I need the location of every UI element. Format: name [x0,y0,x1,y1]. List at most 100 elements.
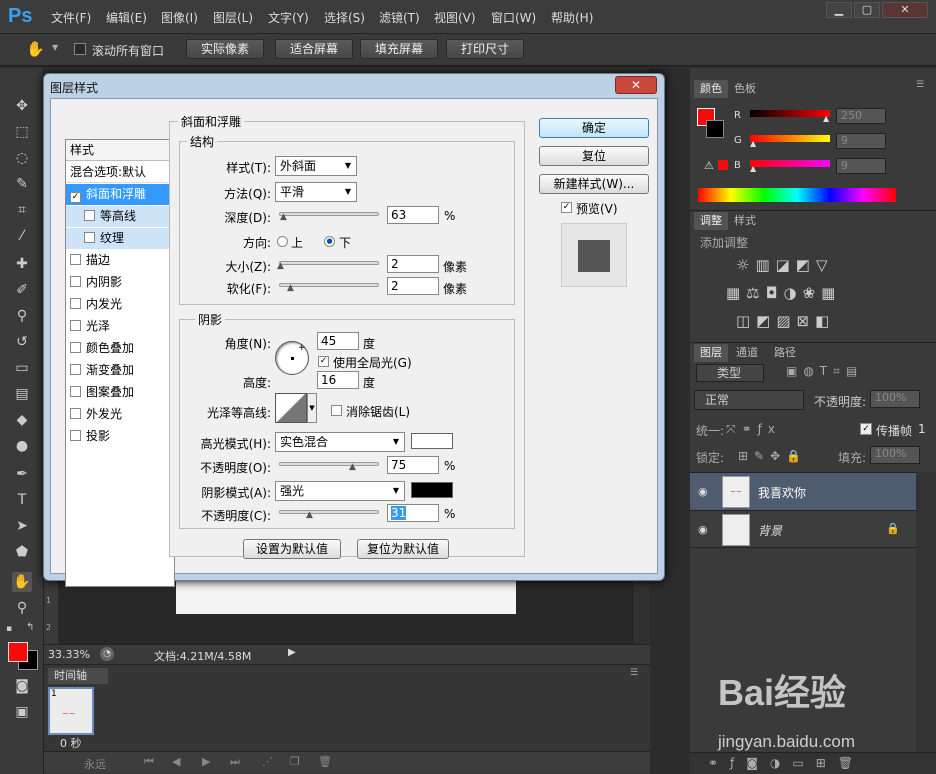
global-light-checkbox[interactable]: ✓ [318,356,329,367]
crop-tool-icon[interactable]: ⌗ [12,200,32,220]
tab-color[interactable]: 颜色 [694,80,728,98]
dodge-tool-icon[interactable]: ● [12,436,32,456]
angle-dial-handle[interactable]: + [298,343,306,353]
layer-filter-icons[interactable]: ▣◍T⌗▤ [786,364,863,379]
ok-button[interactable]: 确定 [539,118,649,138]
tab-layers[interactable]: 图层 [694,344,728,362]
layer-footer-icons[interactable]: ⚭ƒ◙◑▭⊞🗑 [690,752,936,774]
style-item-drop-shadow[interactable]: 投影 [66,426,174,447]
menu-file[interactable]: 文件(F) [51,9,91,26]
g-value[interactable]: 9 [836,133,886,149]
tab-channels[interactable]: 通道 [730,344,764,362]
shadow-opacity-field[interactable]: 31 [387,504,439,522]
shadow-opacity-thumb[interactable]: ▲ [306,511,315,520]
reset-default-button[interactable]: 复位为默认值 [357,539,449,559]
menu-help[interactable]: 帮助(H) [551,9,593,26]
direction-up-radio[interactable] [277,236,288,247]
gamut-color-swatch[interactable] [718,160,728,170]
bevel-style-select[interactable]: 外斜面 ▼ [275,156,357,176]
first-frame-icon[interactable]: ⏮ [144,755,154,769]
shadow-opacity-slider[interactable] [279,510,379,514]
close-window-button[interactable]: ✕ [882,2,928,18]
soften-field[interactable]: 2 [387,277,439,295]
print-size-button[interactable]: 打印尺寸 [446,39,524,59]
fill-screen-button[interactable]: 填充屏幕 [360,39,438,59]
animation-frame[interactable]: 1 ~~ [48,687,94,735]
history-brush-tool-icon[interactable]: ↺ [12,332,32,352]
bg-color-swatch[interactable] [706,120,724,138]
style-item-inner-glow[interactable]: 内发光 [66,294,174,315]
highlight-mode-select[interactable]: 实色混合 ▼ [275,432,405,452]
type-tool-icon[interactable]: T [12,490,32,510]
screen-mode-icon[interactable]: ▣ [12,702,32,722]
style-item-outer-glow[interactable]: 外发光 [66,404,174,425]
drop-shadow-checkbox[interactable] [70,430,81,441]
layer-filter-select[interactable]: 类型 [696,364,764,382]
stamp-tool-icon[interactable]: ⚲ [12,306,32,326]
delete-frame-icon[interactable]: 🗑 [318,755,332,768]
technique-select[interactable]: 平滑 ▼ [275,182,357,202]
next-frame-icon[interactable]: ⏭ [230,755,240,769]
menu-select[interactable]: 选择(S) [324,9,365,26]
highlight-opacity-slider[interactable] [279,462,379,466]
dialog-close-button[interactable]: ✕ [615,76,657,94]
blend-options-item[interactable]: 混合选项:默认 [66,162,174,183]
healing-tool-icon[interactable]: ✚ [12,254,32,274]
blend-mode-select[interactable]: 正常 [694,390,804,410]
default-colors-icon[interactable]: ▪ [6,624,12,634]
style-item-bevel[interactable]: ✓ 斜面和浮雕 [66,184,174,205]
tool-preset-chevron-icon[interactable]: ▼ [52,43,58,52]
layers-scrollbar[interactable] [916,472,936,752]
b-slider[interactable] [750,160,830,167]
lasso-tool-icon[interactable]: ◌ [12,148,32,168]
actual-pixels-button[interactable]: 实际像素 [186,39,264,59]
eraser-tool-icon[interactable]: ▭ [12,358,32,378]
angle-field[interactable]: 45 [317,332,359,350]
make-default-button[interactable]: 设置为默认值 [243,539,341,559]
size-slider[interactable] [279,261,379,265]
outer-glow-checkbox[interactable] [70,408,81,419]
tween-icon[interactable]: ⋰ [262,755,273,768]
foreground-color-swatch[interactable] [8,642,28,662]
gradient-tool-icon[interactable]: ▤ [12,384,32,404]
highlight-opacity-thumb[interactable]: ▲ [349,463,358,472]
tab-adjustments[interactable]: 调整 [694,212,728,230]
quick-mask-icon[interactable]: ◙ [12,676,32,696]
size-slider-thumb[interactable]: ▲ [277,262,286,271]
style-item-inner-shadow[interactable]: 内阴影 [66,272,174,293]
loop-select[interactable]: 永远 [84,756,106,772]
minimize-button[interactable]: ▁ [826,2,852,18]
lock-icons[interactable]: ⊞✎✥🔒 [738,449,807,463]
adjust-icons-row-2[interactable]: ▦⚖◘◑❀▦ [726,284,841,302]
menu-edit[interactable]: 编辑(E) [106,9,147,26]
move-tool-icon[interactable]: ✥ [12,96,32,116]
frame-delay[interactable]: 0 秒 [60,735,82,751]
bevel-checkbox[interactable]: ✓ [70,192,81,203]
blur-tool-icon[interactable]: ◆ [12,410,32,430]
swap-colors-icon[interactable]: ↰ [26,622,34,633]
satin-checkbox[interactable] [70,320,81,331]
depth-slider-thumb[interactable]: ▲ [280,213,289,222]
chevron-down-icon[interactable]: ▼ [307,393,317,423]
play-icon[interactable]: ▶ [202,755,210,768]
style-item-satin[interactable]: 光泽 [66,316,174,337]
b-slider-thumb[interactable]: ▲ [750,164,756,173]
r-value[interactable]: 250 [836,108,886,124]
marquee-tool-icon[interactable]: ⬚ [12,122,32,142]
duplicate-frame-icon[interactable]: ❐ [290,755,300,768]
layer-name[interactable]: 背景 [758,522,782,539]
opacity-field[interactable]: 100% [870,390,920,408]
shadow-mode-select[interactable]: 强光 ▼ [275,481,405,501]
g-slider[interactable] [750,135,830,142]
visibility-eye-icon[interactable]: ◉ [698,523,708,536]
prev-frame-icon[interactable]: ◀ [172,755,180,768]
preview-checkbox[interactable]: ✓ [561,202,572,213]
zoom-level[interactable]: 33.33% [48,648,90,661]
menu-layer[interactable]: 图层(L) [213,9,253,26]
zoom-tool-icon[interactable]: ⚲ [12,598,32,618]
inner-shadow-checkbox[interactable] [70,276,81,287]
brush-tool-icon[interactable]: ✐ [12,280,32,300]
style-item-color-overlay[interactable]: 颜色叠加 [66,338,174,359]
layer-row[interactable]: ◉ 背景 🔒 [690,510,916,548]
size-field[interactable]: 2 [387,255,439,273]
